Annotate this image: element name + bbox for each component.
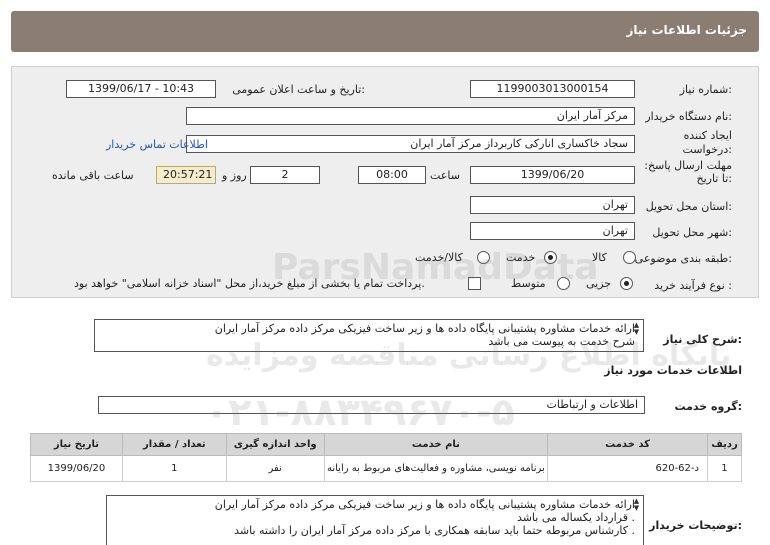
need-number-field[interactable]: 1199003013000154 [470, 80, 635, 98]
buyer-notes-line-1: ارائه خدمات مشاوره پشتیبانی پایگاه داده … [214, 498, 635, 511]
remaining-time-label: ساعت باقی مانده [52, 169, 134, 182]
category-service-radio[interactable] [544, 251, 557, 264]
summary-line-1: ارائه خدمات مشاوره پشتیبانی پایگاه داده … [214, 322, 635, 335]
need-number-label: شماره نیاز: [679, 83, 732, 96]
col-service-name: نام خدمت [323, 433, 549, 456]
buyer-org-field[interactable]: مرکز آمار ایران [186, 107, 635, 125]
category-service-label: خدمت [506, 251, 536, 264]
cell-unit: نفر [225, 455, 325, 482]
remaining-days-field: 2 [250, 166, 320, 184]
buyer-notes-label: توضیحات خریدار: [649, 519, 742, 532]
col-quantity: تعداد / مقدار [121, 433, 227, 456]
deadline-time-field[interactable]: 08:00 [358, 166, 426, 184]
days-label: روز و [222, 169, 247, 182]
city-label: شهر محل تحویل: [652, 226, 732, 239]
treasury-bonds-note: پرداخت تمام یا بخشی از مبلغ خرید،از محل … [74, 277, 425, 290]
remaining-time-field: 20:57:21 [156, 166, 216, 184]
col-row: ردیف [706, 433, 743, 456]
table-row[interactable]: 1399/06/20 1 نفر برنامه نویسی، مشاوره و … [30, 455, 743, 482]
cell-service-name: برنامه نویسی، مشاوره و فعالیت‌های مربوط … [323, 455, 549, 482]
category-goods-service-label: کالا/خدمت [415, 251, 463, 264]
table-header-row: تاریخ نیاز تعداد / مقدار واحد اندازه گیر… [30, 433, 743, 456]
city-field[interactable]: تهران [470, 222, 635, 240]
category-goods-radio[interactable] [623, 251, 636, 264]
page-title: جزئیات اطلاعات نیاز [626, 23, 747, 37]
cell-need-date: 1399/06/20 [30, 455, 123, 482]
buyer-notes-line-3: کارشناس مربوطه حتما باید سابقه همکاری با… [234, 524, 635, 537]
cell-quantity: 1 [121, 455, 227, 482]
deadline-date-field[interactable]: 1399/06/20 [470, 166, 635, 184]
province-label: استان محل تحویل: [645, 200, 732, 213]
buyer-notes-line-2: قرارداد یکساله می باشد . [516, 511, 635, 524]
col-need-date: تاریخ نیاز [30, 433, 123, 456]
category-goods-service-radio[interactable] [477, 251, 490, 264]
buyer-org-label: نام دستگاه خریدار: [645, 110, 732, 123]
requester-field[interactable]: سجاد خاکساری انارکی کاربرداز مرکز آمار ا… [186, 135, 635, 153]
summary-label: شرح کلی نیاز: [663, 333, 742, 346]
buyer-notes-textarea[interactable]: ارائه خدمات مشاوره پشتیبانی پایگاه داده … [106, 495, 644, 545]
deadline-time-label: ساعت [430, 169, 460, 182]
buyer-contact-link[interactable]: اطلاعات تماس خریدار [106, 138, 208, 151]
purchase-medium-radio[interactable] [557, 277, 570, 290]
purchase-medium-label: متوسط [511, 277, 546, 290]
treasury-bonds-checkbox[interactable] [468, 277, 481, 290]
category-goods-label: کالا [592, 251, 607, 264]
cell-row: 1 [706, 455, 743, 482]
purchase-type-label: نوع فرآیند خرید : [654, 279, 732, 292]
province-field[interactable]: تهران [470, 196, 635, 214]
services-section-title: اطلاعات خدمات مورد نیاز [604, 364, 742, 377]
requester-label: ایجاد کننده درخواست: [682, 129, 733, 156]
purchase-minor-label: جزیی [586, 277, 612, 290]
category-label: طبقه بندی موضوعی: [634, 252, 732, 265]
services-table: تاریخ نیاز تعداد / مقدار واحد اندازه گیر… [30, 433, 743, 482]
purchase-minor-radio[interactable] [620, 277, 633, 290]
deadline-label: مهلت ارسال پاسخ: تا تاریخ: [644, 159, 732, 185]
textarea-scroll-icon[interactable]: ▲ ▼ [632, 322, 641, 336]
textarea-scroll-icon[interactable]: ▲ ▼ [632, 498, 641, 512]
col-service-code: کد خدمت [547, 433, 708, 456]
col-unit: واحد اندازه گیری [225, 433, 325, 456]
cell-service-code: د-62-620 [547, 455, 708, 482]
service-group-label: گروه خدمت: [674, 400, 742, 413]
service-group-field[interactable]: اطلاعات و ارتباطات [98, 396, 645, 414]
announce-datetime-field[interactable]: 1399/06/17 - 10:43 [66, 80, 216, 98]
summary-textarea[interactable]: ارائه خدمات مشاوره پشتیبانی پایگاه داده … [94, 319, 644, 352]
announce-datetime-label: تاریخ و ساعت اعلان عمومی: [232, 83, 365, 96]
page-header: جزئیات اطلاعات نیاز [11, 11, 759, 52]
summary-line-2: شرح خدمت به پیوست می باشد [488, 335, 635, 348]
